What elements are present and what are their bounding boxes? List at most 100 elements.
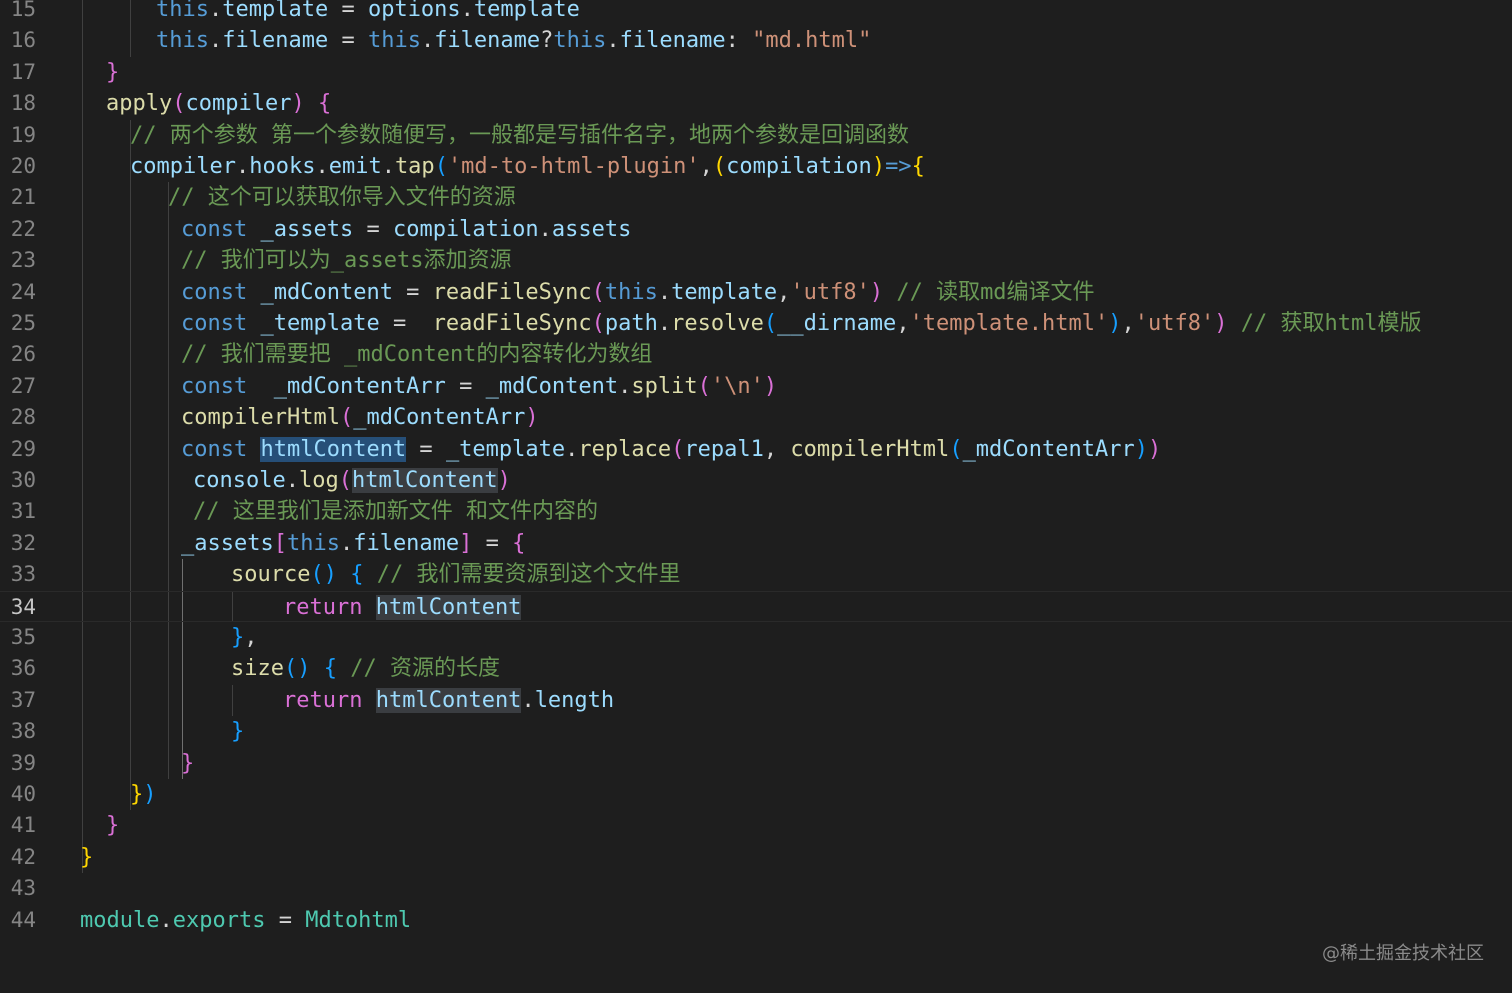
- line-number: 43: [10, 876, 36, 901]
- code-line[interactable]: 28 compilerHtml(_mdContentArr): [0, 402, 1512, 433]
- code-line[interactable]: 18 apply(compiler) {: [0, 88, 1512, 119]
- code-token: ): [1108, 311, 1122, 336]
- code-token: (: [338, 468, 352, 493]
- code-token: // 获取html模版: [1240, 311, 1422, 336]
- line-code: size() { // 资源的长度: [231, 653, 500, 684]
- code-line[interactable]: 22 const _assets = compilation.assets: [0, 214, 1512, 245]
- code-token: {: [350, 562, 364, 588]
- line-code: const _mdContent = readFileSync(this.tem…: [181, 277, 1095, 308]
- code-token: (: [591, 311, 605, 336]
- code-line[interactable]: 31 // 这里我们是添加新文件 和文件内容的: [0, 496, 1512, 527]
- code-token: .: [657, 311, 672, 336]
- code-line[interactable]: 33 source() { // 我们需要资源到这个文件里: [0, 559, 1512, 590]
- code-token: =: [328, 28, 368, 54]
- code-line[interactable]: 23 // 我们可以为_assets添加资源: [0, 245, 1512, 276]
- line-code: source() { // 我们需要资源到这个文件里: [231, 559, 680, 590]
- line-number: 34: [10, 594, 36, 619]
- code-token: htmlContent: [351, 468, 498, 493]
- code-line[interactable]: 35},: [0, 622, 1512, 653]
- code-token: .: [208, 28, 223, 54]
- code-token: }: [231, 625, 245, 650]
- code-line[interactable]: 40}): [0, 779, 1512, 810]
- code-line[interactable]: 15 this.template = options.template: [0, 0, 1512, 25]
- line-number: 20: [10, 154, 36, 178]
- code-token: .: [538, 216, 552, 242]
- code-line[interactable]: 37 return htmlContent.length: [0, 685, 1512, 716]
- line-number: 44: [10, 907, 36, 932]
- code-token: compiler: [130, 154, 236, 179]
- code-token: console: [193, 468, 286, 493]
- code-line[interactable]: 27 const _mdContentArr = _mdContent.split…: [0, 371, 1512, 402]
- code-token: const: [181, 279, 248, 305]
- code-token: // 读取md编译文件: [896, 279, 1095, 305]
- code-token: template: [222, 0, 329, 22]
- code-line[interactable]: 26 // 我们需要把 _mdContent的内容转化为数组: [0, 339, 1512, 370]
- code-token: (: [339, 405, 354, 431]
- code-line[interactable]: 43: [0, 873, 1512, 904]
- line-code: // 我们可以为_assets添加资源: [181, 245, 511, 276]
- code-token: 'utf8': [1134, 311, 1215, 336]
- line-number: 19: [10, 122, 36, 147]
- code-token: .: [285, 468, 299, 493]
- line-number: 41: [10, 813, 36, 838]
- code-token: htmlContent: [260, 436, 407, 462]
- code-token: .: [521, 687, 535, 713]
- code-line[interactable]: 41}: [0, 810, 1512, 841]
- code-token: filename: [619, 28, 726, 54]
- line-number: 37: [10, 687, 36, 712]
- line-code: },: [231, 622, 258, 653]
- code-line[interactable]: 19 // 两个参数 第一个参数随便写，一般都是写插件名字，地两个参数是回调函数: [0, 120, 1512, 151]
- code-token: const: [181, 311, 248, 336]
- line-code: }: [106, 57, 119, 88]
- line-code: module.exports = Mdtohtml: [80, 905, 411, 936]
- line-number: 35: [10, 625, 36, 649]
- line-code: return htmlContent.length: [283, 685, 614, 716]
- code-editor[interactable]: 15 this.template = options.template 16 this…: [0, 0, 1512, 993]
- code-line[interactable]: 42}: [0, 842, 1512, 873]
- line-code: compilerHtml(_mdContentArr): [181, 402, 539, 433]
- code-token: }: [231, 719, 245, 745]
- code-line[interactable]: 21 // 这个可以获取你导入文件的资源: [0, 182, 1512, 213]
- line-code: // 两个参数 第一个参数随便写，一般都是写插件名字，地两个参数是回调函数: [130, 120, 909, 151]
- code-token: ,: [763, 436, 791, 462]
- code-line[interactable]: 29 const htmlContent = _template.replace(…: [0, 434, 1512, 465]
- code-token: 'md-to-html-plugin': [447, 154, 700, 179]
- code-token: compilerHtml: [181, 405, 340, 431]
- code-line[interactable]: 38}: [0, 716, 1512, 747]
- line-code: }: [80, 842, 93, 873]
- code-line[interactable]: 36 size() { // 资源的长度: [0, 653, 1512, 684]
- code-token: ,: [244, 625, 258, 650]
- code-line[interactable]: 24 const _mdContent = readFileSync(this.t…: [0, 277, 1512, 308]
- code-token: size: [231, 656, 284, 682]
- code-token: Mdtohtml: [305, 907, 412, 933]
- code-line[interactable]: 17}: [0, 57, 1512, 88]
- code-line[interactable]: 20 compiler.hooks.emit.tap('md-to-html-pl…: [0, 151, 1512, 182]
- code-line[interactable]: 30 console.log(htmlContent): [0, 465, 1512, 496]
- code-token: apply: [106, 91, 173, 117]
- code-token: _mdContent: [485, 373, 619, 399]
- code-line[interactable]: 39}: [0, 748, 1512, 779]
- code-line[interactable]: 34 return htmlContent: [0, 590, 1512, 622]
- code-token: split: [631, 373, 698, 399]
- code-line[interactable]: 25 const _template = readFileSync(path.re…: [0, 308, 1512, 339]
- code-line[interactable]: 16 this.filename = this.filename?this.fil…: [0, 25, 1512, 56]
- code-token: "md.html": [752, 28, 872, 54]
- code-line[interactable]: 44 module.exports = Mdtohtml: [0, 905, 1512, 936]
- code-token: {: [911, 154, 925, 179]
- code-token: }: [80, 844, 94, 870]
- code-token: }: [130, 782, 144, 807]
- code-token: .: [235, 154, 250, 179]
- code-token: _mdContentArr: [353, 405, 526, 431]
- line-number: 33: [10, 562, 36, 587]
- code-token: module: [80, 907, 160, 933]
- code-token: (: [671, 436, 685, 462]
- code-line[interactable]: 32 _assets[this.filename] = {: [0, 528, 1512, 559]
- code-token: this: [553, 28, 607, 54]
- code-token: .: [420, 28, 435, 54]
- code-token: readFileSync: [432, 279, 592, 305]
